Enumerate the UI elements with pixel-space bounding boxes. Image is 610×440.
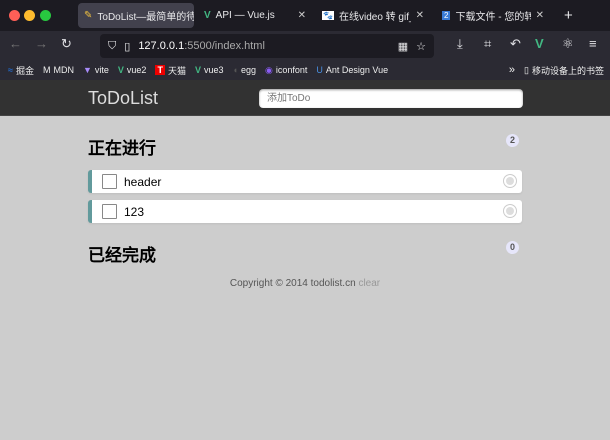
baidu-icon: 🐾	[322, 11, 334, 20]
menu-icon[interactable]: ≡	[589, 36, 597, 51]
url-text: 127.0.0.1:5500/index.html	[138, 40, 265, 52]
tab-download[interactable]: 2下载文件 - 您的转换✕	[436, 3, 550, 28]
tab-vue-api[interactable]: V API — Vue.js ✕	[198, 3, 312, 28]
egg-icon: ◖	[232, 65, 238, 75]
navigation-toolbar: ← → ↻ ⛉ ▯ 127.0.0.1:5500/index.html ▦ ☆ …	[0, 31, 610, 60]
reload-icon[interactable]: ↻	[61, 36, 72, 52]
close-tab-icon[interactable]: ✕	[536, 10, 544, 21]
close-tab-icon[interactable]: ✕	[298, 10, 306, 21]
close-window-button[interactable]	[9, 10, 20, 21]
more-bookmarks-icon[interactable]: »	[509, 64, 515, 76]
tab-video-gif[interactable]: 🐾在线video 转 gif_百度✕	[316, 3, 430, 28]
todo-item: 123	[88, 200, 522, 223]
bookmark-mdn[interactable]: M MDN	[43, 65, 74, 75]
bookmark-ant-design-vue[interactable]: U Ant Design Vue	[316, 65, 388, 75]
footer: Copyright © 2014 todolist.cn clear	[0, 278, 610, 289]
download-site-icon: 2	[442, 11, 451, 20]
bookmark-vue3[interactable]: Vvue3	[195, 65, 224, 75]
bookmark-tmall[interactable]: T 天猫	[155, 64, 186, 77]
page-icon: ▯	[124, 40, 131, 53]
downloads-icon[interactable]: ⤓	[457, 36, 463, 52]
minimize-window-button[interactable]	[24, 10, 35, 21]
screenshot-icon[interactable]: ⌗	[484, 36, 491, 52]
mobile-bookmarks[interactable]: ▯ 移动设备上的书签	[524, 64, 604, 77]
url-bar[interactable]: ⛉ ▯ 127.0.0.1:5500/index.html ▦ ☆	[100, 34, 434, 58]
copyright-text: Copyright © 2014 todolist.cn	[229, 278, 356, 289]
shield-icon: ⛉	[108, 39, 117, 52]
tab-todolist[interactable]: ✎ToDoList—最简单的待✕	[78, 3, 194, 28]
forward-icon[interactable]: →	[35, 36, 48, 51]
todo-checkbox[interactable]	[102, 174, 117, 189]
tmall-icon: T	[155, 65, 165, 75]
maximize-window-button[interactable]	[40, 10, 51, 21]
mobile-device-icon: ▯	[524, 64, 529, 75]
delete-todo-button[interactable]	[503, 174, 517, 188]
doing-heading: 正在进行	[88, 139, 156, 158]
vue-devtools-icon[interactable]: V	[535, 36, 544, 51]
new-tab-button[interactable]: +	[558, 3, 579, 28]
bookmark-vue2[interactable]: Vvue2	[118, 65, 147, 75]
bookmark-iconfont[interactable]: ◉ iconfont	[265, 65, 307, 76]
add-todo-input[interactable]	[259, 89, 523, 108]
bookmark-juejin[interactable]: ≈ 掘金	[8, 64, 34, 77]
app-title: ToDoList	[88, 88, 159, 108]
done-heading: 已经完成	[88, 246, 156, 265]
todo-text[interactable]: 123	[124, 205, 144, 219]
todo-item: header	[88, 170, 522, 193]
pencil-icon: ✎	[84, 10, 93, 21]
vite-icon: ▼	[82, 65, 92, 75]
vue-icon: V	[117, 65, 124, 75]
doing-count-badge: 2	[506, 134, 519, 147]
back-icon[interactable]: ←	[9, 36, 22, 51]
todo-text[interactable]: header	[124, 175, 161, 189]
vue-icon: V	[204, 10, 211, 21]
tab-bar: ✎ToDoList—最简单的待✕ VAPI — Vue.js✕ 🐾在线video…	[0, 0, 610, 31]
bookmarks-bar: ≈ 掘金 M MDN ▼ vite Vvue2 T 天猫 Vvue3 ◖ egg ◉ ico…	[0, 60, 610, 80]
qr-code-icon[interactable]: ▦	[398, 40, 408, 53]
clear-link[interactable]: clear	[358, 278, 380, 289]
mdn-icon: M	[42, 65, 51, 75]
iconfont-icon: ◉	[264, 64, 273, 75]
undo-icon[interactable]: ↶	[510, 36, 521, 52]
react-devtools-icon[interactable]: ⚛	[562, 36, 574, 52]
vue-icon: V	[194, 65, 201, 75]
bookmark-star-icon[interactable]: ☆	[416, 40, 426, 53]
bookmark-vite[interactable]: ▼ vite	[83, 65, 109, 75]
bookmark-egg[interactable]: ◖ egg	[233, 65, 256, 75]
todo-checkbox[interactable]	[102, 204, 117, 219]
done-count-badge: 0	[506, 241, 519, 254]
juejin-icon: ≈	[8, 65, 13, 75]
close-tab-icon[interactable]: ✕	[416, 10, 424, 21]
delete-todo-button[interactable]	[503, 204, 517, 218]
ant-design-icon: U	[316, 65, 323, 75]
